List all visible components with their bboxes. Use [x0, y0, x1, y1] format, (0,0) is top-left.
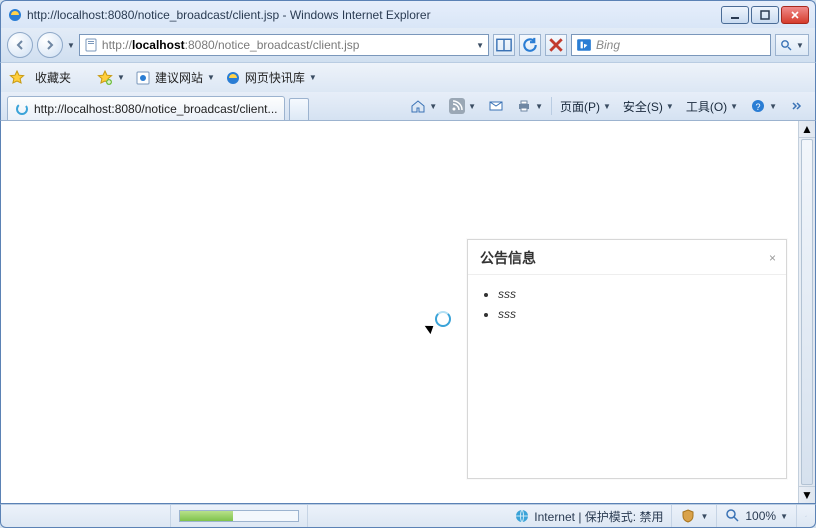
url-path: :8080/notice_broadcast/client.jsp	[185, 38, 360, 52]
help-icon: ?	[750, 98, 766, 114]
back-button[interactable]	[7, 32, 33, 58]
tools-menu[interactable]: 工具(O) ▼	[682, 95, 742, 117]
stop-button[interactable]	[545, 34, 567, 56]
tab-label: http://localhost:8080/notice_broadcast/c…	[34, 102, 278, 116]
status-message	[1, 505, 171, 527]
zoom-control[interactable]: 100% ▼	[717, 505, 797, 527]
ie-small-icon	[225, 70, 241, 86]
search-provider-dropdown[interactable]: ▼	[796, 41, 804, 50]
add-favorite-button[interactable]: ▼	[97, 70, 125, 86]
globe-icon	[514, 508, 530, 524]
address-dropdown[interactable]: ▼	[476, 41, 484, 50]
tab-active[interactable]: http://localhost:8080/notice_broadcast/c…	[7, 96, 285, 120]
home-icon	[410, 98, 426, 114]
chevrons-icon	[789, 98, 805, 114]
search-placeholder: Bing	[596, 38, 620, 52]
suggested-sites-icon	[135, 70, 151, 86]
print-button[interactable]: ▼	[512, 95, 547, 117]
list-item: sss	[498, 307, 778, 321]
scroll-down-button[interactable]: ▼	[799, 486, 815, 503]
zoom-level: 100%	[745, 509, 776, 523]
suggested-sites-button[interactable]: 建议网站 ▼	[135, 69, 215, 86]
scroll-up-button[interactable]: ▲	[799, 121, 815, 138]
ie-logo-icon	[7, 7, 23, 23]
safety-menu[interactable]: 安全(S) ▼	[619, 95, 678, 117]
notice-title: 公告信息	[480, 248, 769, 268]
forward-button[interactable]	[37, 32, 63, 58]
status-progress	[171, 505, 308, 527]
rss-icon	[449, 98, 465, 114]
maximize-button[interactable]	[751, 6, 779, 24]
tools-menu-label: 工具(O)	[686, 98, 727, 115]
tab-command-row: http://localhost:8080/notice_broadcast/c…	[0, 92, 816, 120]
window-titlebar: http://localhost:8080/notice_broadcast/c…	[0, 0, 816, 28]
favorites-label: 收藏夹	[35, 69, 71, 86]
favorites-button[interactable]: 收藏夹	[35, 69, 71, 86]
resize-grip[interactable]	[797, 505, 815, 527]
mail-icon	[488, 98, 504, 114]
feeds-button[interactable]: ▼	[445, 95, 480, 117]
bing-icon	[576, 37, 592, 53]
refresh-button[interactable]	[519, 34, 541, 56]
minimize-button[interactable]	[721, 6, 749, 24]
status-bar: Internet | 保护模式: 禁用 ▼ 100% ▼	[0, 504, 816, 528]
window-title: http://localhost:8080/notice_broadcast/c…	[27, 8, 721, 22]
page-menu[interactable]: 页面(P) ▼	[556, 95, 615, 117]
compat-view-button[interactable]	[493, 34, 515, 56]
notice-close-button[interactable]: ×	[769, 251, 776, 265]
page-viewport: ▲ ▼ 公告信息 × sss sss	[0, 120, 816, 504]
notice-body: sss sss	[468, 275, 786, 335]
search-box[interactable]: Bing	[571, 34, 771, 56]
svg-text:?: ?	[756, 102, 761, 112]
zoom-icon	[725, 508, 741, 524]
url-scheme: http://	[102, 38, 132, 52]
toolbar-overflow[interactable]	[785, 95, 809, 117]
close-window-button[interactable]	[781, 6, 809, 24]
favorites-star-icon[interactable]	[9, 70, 25, 86]
security-zone[interactable]: Internet | 保护模式: 禁用	[506, 505, 672, 527]
safety-menu-label: 安全(S)	[623, 98, 663, 115]
vertical-scrollbar[interactable]: ▲ ▼	[798, 121, 815, 503]
search-go-button[interactable]: ▼	[775, 34, 809, 56]
page-icon	[84, 38, 98, 52]
add-fav-icon	[97, 70, 113, 86]
window-title-url: http://localhost:8080/notice_broadcast/c…	[27, 8, 279, 22]
web-slice-label: 网页快讯库	[245, 69, 305, 86]
list-item: sss	[498, 287, 778, 301]
loading-cursor-icon	[427, 317, 451, 341]
web-slice-button[interactable]: 网页快讯库 ▼	[225, 69, 317, 86]
nav-toolbar: ▼ http://localhost:8080/notice_broadcast…	[0, 28, 816, 62]
page-menu-label: 页面(P)	[560, 98, 600, 115]
shield-off-icon	[680, 508, 696, 524]
security-zone-label: Internet | 保护模式: 禁用	[534, 508, 663, 525]
print-icon	[516, 98, 532, 114]
help-button[interactable]: ?▼	[746, 95, 781, 117]
address-text: http://localhost:8080/notice_broadcast/c…	[102, 38, 472, 52]
home-button[interactable]: ▼	[406, 95, 441, 117]
scroll-thumb[interactable]	[801, 139, 813, 485]
favorites-bar: 收藏夹 ▼ 建议网站 ▼ 网页快讯库 ▼	[0, 62, 816, 92]
tab-spinner-icon	[14, 101, 30, 117]
window-title-suffix: - Windows Internet Explorer	[279, 8, 430, 22]
new-tab-button[interactable]	[289, 98, 309, 120]
nav-history-dropdown[interactable]: ▼	[67, 41, 75, 50]
protected-mode-dropdown[interactable]: ▼	[672, 505, 717, 527]
url-host: localhost	[132, 38, 185, 52]
read-mail-button[interactable]	[484, 95, 508, 117]
suggested-sites-label: 建议网站	[155, 69, 203, 86]
notice-panel: 公告信息 × sss sss	[467, 239, 787, 479]
command-bar: ▼ ▼ ▼ 页面(P) ▼ 安全(S) ▼ 工具(O) ▼ ?▼	[406, 94, 809, 118]
address-bar[interactable]: http://localhost:8080/notice_broadcast/c…	[79, 34, 489, 56]
